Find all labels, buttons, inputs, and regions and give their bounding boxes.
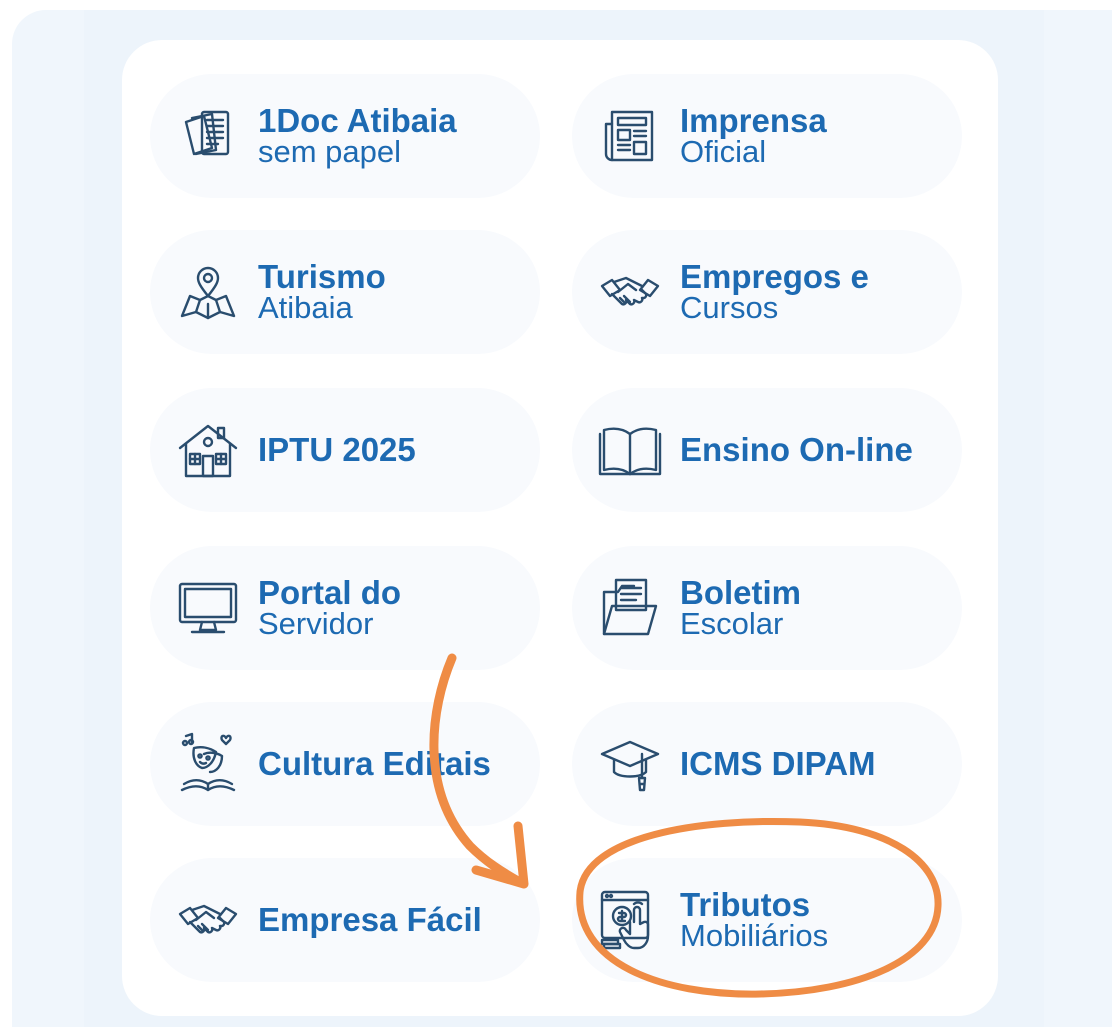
tile-title: IPTU 2025 [258, 431, 416, 468]
graduation-cap-icon [598, 732, 662, 796]
tile-subtitle: Servidor [258, 606, 374, 641]
theater-masks-icon [176, 732, 240, 796]
documents-icon [176, 104, 240, 168]
tile-label: 1Doc Atibaia sem papel [258, 102, 457, 169]
tile-ensino-online[interactable]: Ensino On-line [572, 388, 962, 512]
tile-turismo-atibaia[interactable]: Turismo Atibaia [150, 230, 540, 354]
tile-title: Tributos [680, 886, 811, 923]
tile-label: Imprensa Oficial [680, 102, 827, 169]
tile-tributos-mobiliarios[interactable]: Tributos Mobiliários [572, 858, 962, 982]
tile-label: Boletim Escolar [680, 574, 802, 641]
tile-icms-dipam[interactable]: ICMS DIPAM [572, 702, 962, 826]
tile-label: Empresa Fácil [258, 902, 482, 938]
house-icon [176, 418, 240, 482]
folder-icon [598, 576, 662, 640]
tile-title: Ensino On-line [680, 431, 913, 468]
tile-label: Cultura Editais [258, 746, 491, 782]
open-book-icon [598, 418, 662, 482]
tile-empregos-cursos[interactable]: Empregos e Cursos [572, 230, 962, 354]
tile-portal-servidor[interactable]: Portal do Servidor [150, 546, 540, 670]
tile-imprensa-oficial[interactable]: Imprensa Oficial [572, 74, 962, 198]
tile-label: Empregos e Cursos [680, 258, 869, 325]
map-pin-icon [176, 260, 240, 324]
tile-subtitle: Atibaia [258, 290, 353, 325]
tile-title: ICMS DIPAM [680, 745, 876, 782]
tile-label: Ensino On-line [680, 432, 913, 468]
tile-label: Portal do Servidor [258, 574, 402, 641]
tile-title: Turismo [258, 258, 386, 295]
newspaper-icon [598, 104, 662, 168]
tile-title: Portal do [258, 574, 402, 611]
tile-label: Tributos Mobiliários [680, 886, 829, 953]
tile-title: Empregos e [680, 258, 869, 295]
tile-subtitle: sem papel [258, 134, 402, 169]
tile-label: Turismo Atibaia [258, 258, 386, 325]
tile-title: 1Doc Atibaia [258, 102, 457, 139]
tile-subtitle: Escolar [680, 606, 784, 641]
tax-tap-icon [598, 888, 662, 952]
tile-title: Imprensa [680, 102, 827, 139]
monitor-icon [176, 576, 240, 640]
tile-title: Boletim [680, 574, 802, 611]
tile-boletim-escolar[interactable]: Boletim Escolar [572, 546, 962, 670]
tile-cultura-editais[interactable]: Cultura Editais [150, 702, 540, 826]
tile-label: IPTU 2025 [258, 432, 416, 468]
tile-1doc-atibaia[interactable]: 1Doc Atibaia sem papel [150, 74, 540, 198]
services-card: 1Doc Atibaia sem papel Imprensa Oficial [122, 40, 998, 1016]
tile-subtitle: Cursos [680, 290, 779, 325]
tile-empresa-facil[interactable]: Empresa Fácil [150, 858, 540, 982]
tile-label: ICMS DIPAM [680, 746, 876, 782]
tile-subtitle: Oficial [680, 134, 767, 169]
tile-title: Cultura Editais [258, 745, 491, 782]
tile-subtitle: Mobiliários [680, 918, 829, 953]
handshake-icon [598, 260, 662, 324]
handshake-icon [176, 888, 240, 952]
tile-title: Empresa Fácil [258, 901, 482, 938]
tile-iptu-2025[interactable]: IPTU 2025 [150, 388, 540, 512]
